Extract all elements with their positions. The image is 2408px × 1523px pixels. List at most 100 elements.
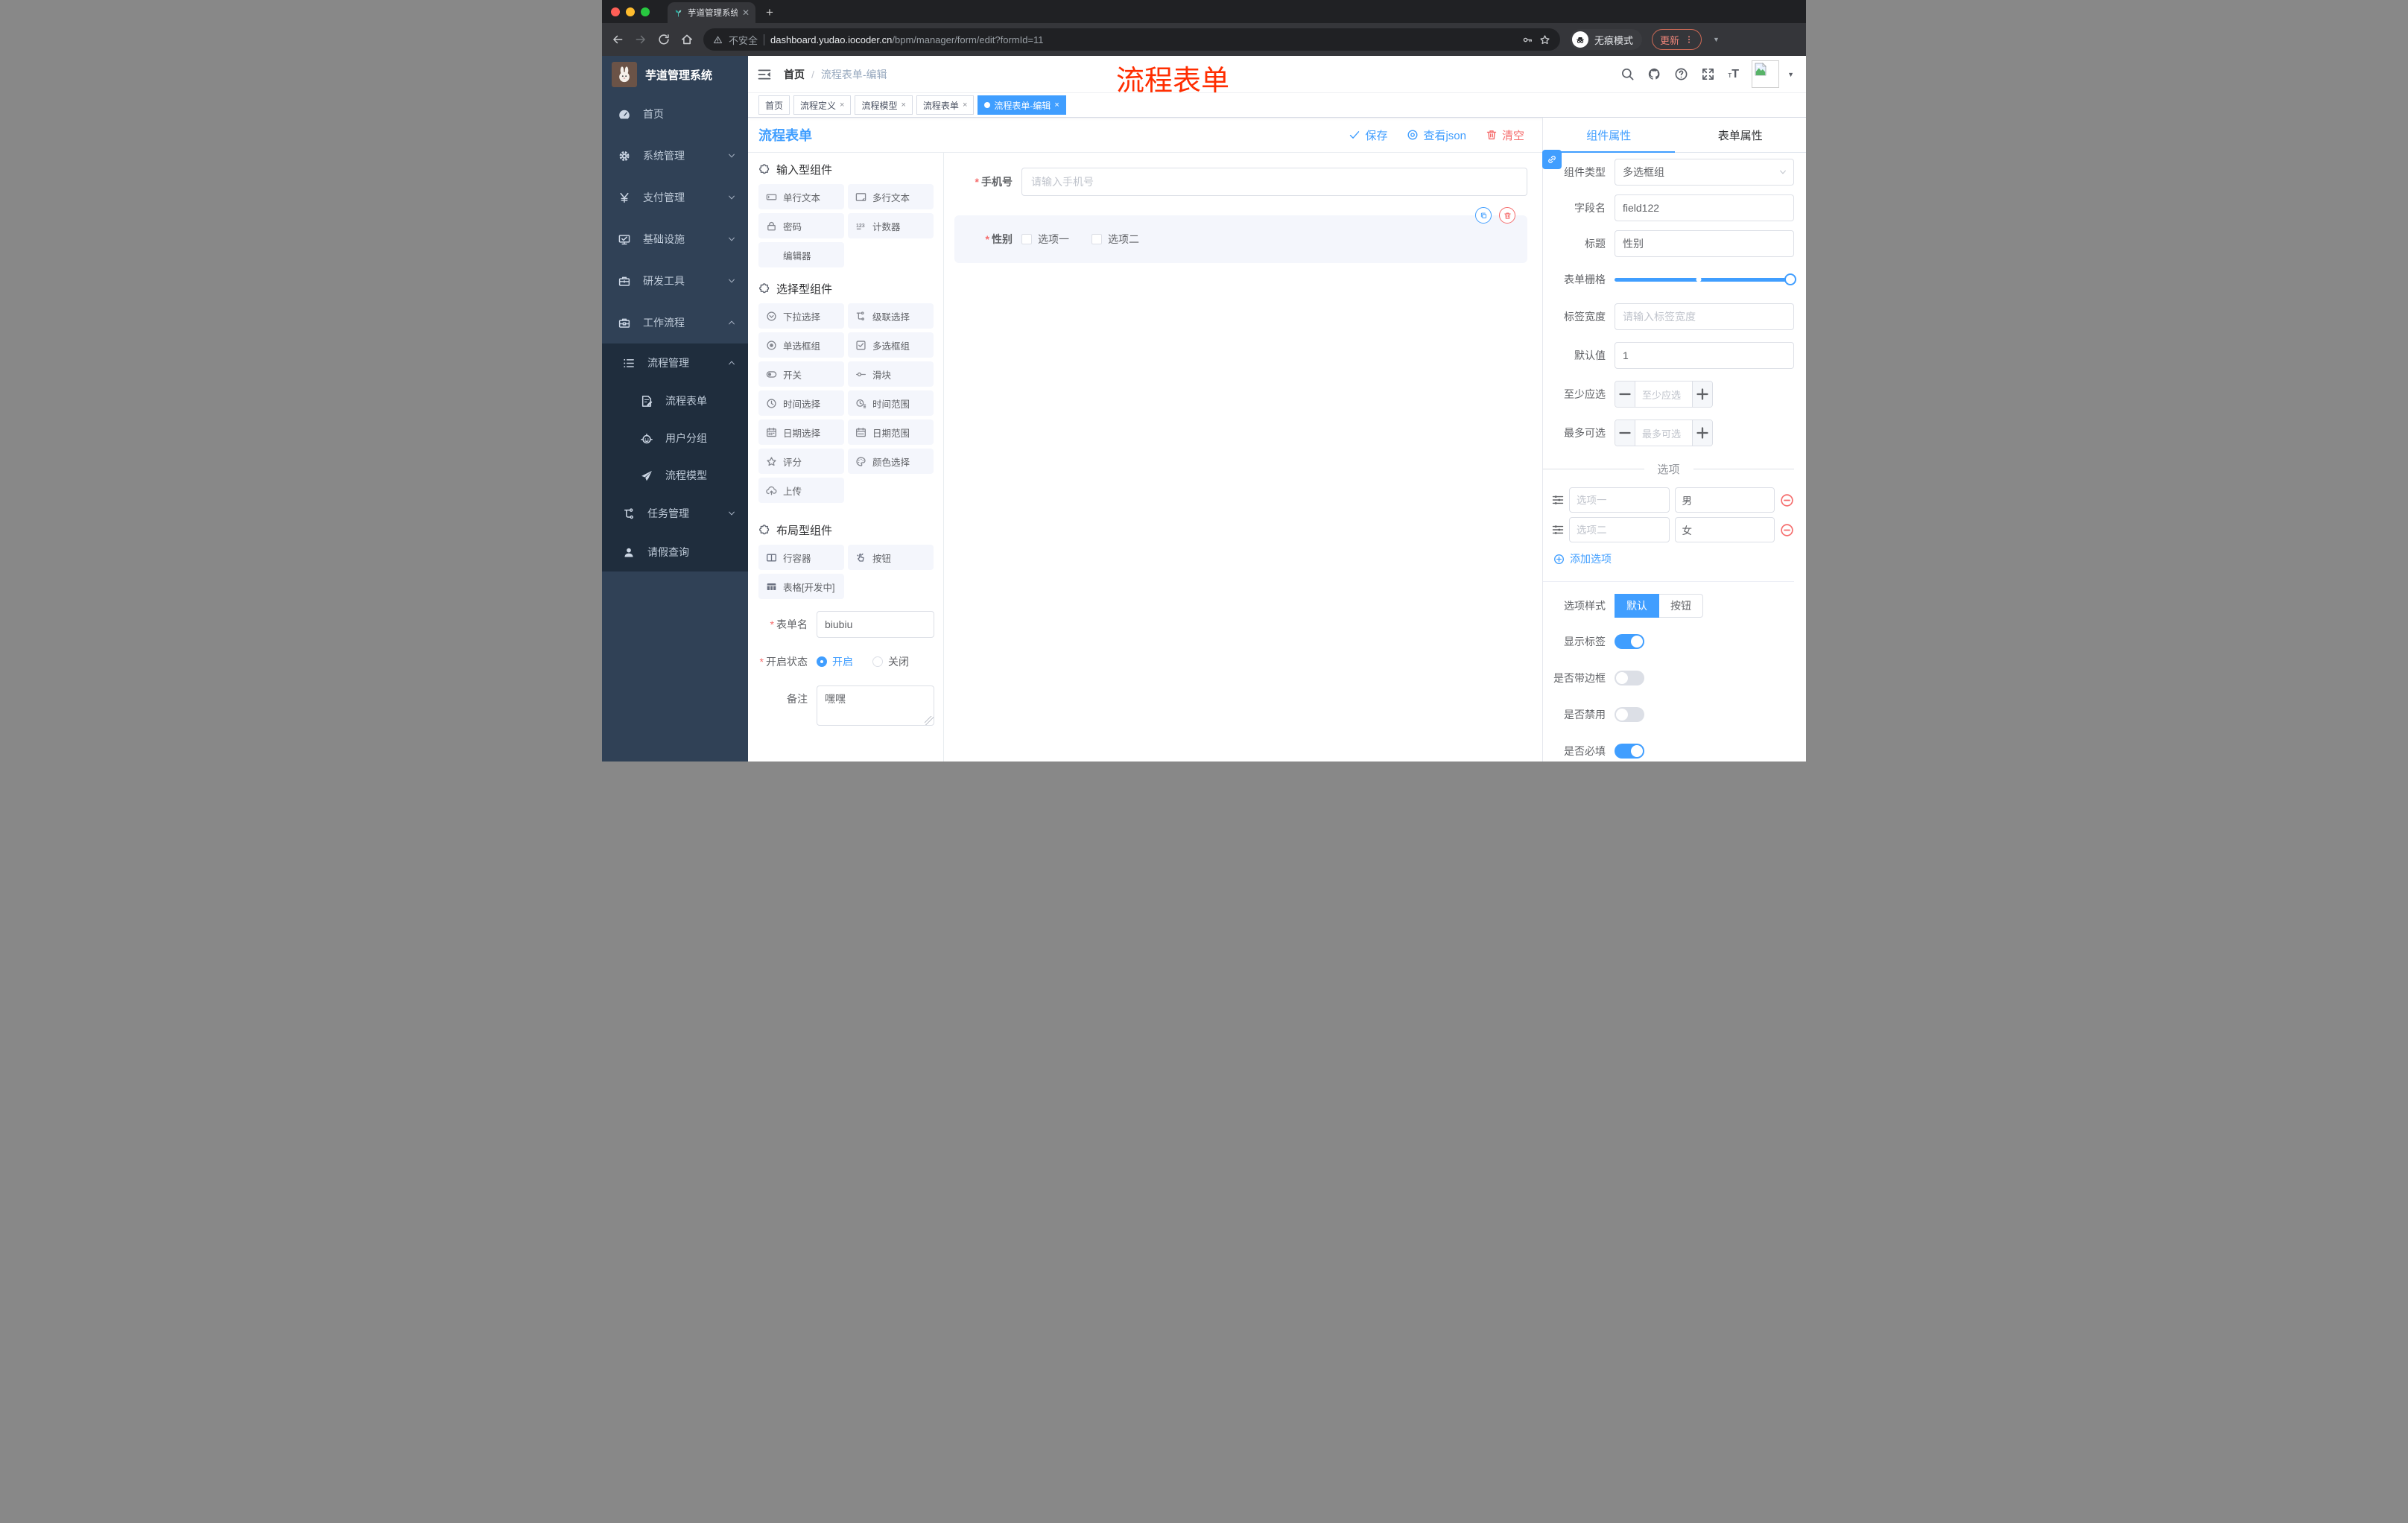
github-icon[interactable] <box>1647 67 1661 81</box>
form-name-input[interactable] <box>817 611 934 638</box>
status-off-radio[interactable]: 关闭 <box>872 654 909 669</box>
palette-item[interactable]: 时间选择 <box>758 390 844 416</box>
gender-option-checkbox[interactable]: 选项二 <box>1091 232 1139 247</box>
sidebar-item[interactable]: 研发工具 <box>602 260 748 302</box>
palette-item[interactable]: 开关 <box>758 361 844 387</box>
palette-item[interactable]: 时间范围 <box>848 390 934 416</box>
link-icon[interactable] <box>1542 150 1562 169</box>
phone-field-row[interactable]: * 手机号 <box>954 168 1527 196</box>
copy-component-button[interactable] <box>1475 207 1492 224</box>
sidebar-logo[interactable]: 芋道管理系统 <box>602 56 748 93</box>
palette-item[interactable]: 按钮 <box>848 545 934 570</box>
remove-option-icon[interactable] <box>1780 493 1794 507</box>
close-tag-icon[interactable]: × <box>901 101 905 110</box>
hamburger-icon[interactable] <box>757 67 772 82</box>
page-url[interactable]: dashboard.yudao.iocoder.cn/bpm/manager/f… <box>770 34 1516 45</box>
stepper-plus-button[interactable] <box>1692 420 1712 446</box>
toggle-switch[interactable] <box>1615 744 1644 759</box>
option-style-button[interactable]: 默认 <box>1615 594 1659 618</box>
update-browser-button[interactable]: 更新 <box>1652 29 1702 50</box>
sidebar-item[interactable]: 流程表单 <box>602 382 748 419</box>
remove-option-icon[interactable] <box>1780 523 1794 537</box>
browser-caret-icon[interactable]: ▼ <box>1713 36 1720 43</box>
max-select-stepper[interactable]: 最多可选 <box>1615 419 1713 446</box>
window-controls[interactable] <box>602 7 659 16</box>
close-tag-icon[interactable]: × <box>1054 101 1059 110</box>
stepper-minus-button[interactable] <box>1615 420 1635 446</box>
tag-tab[interactable]: 首页 × <box>758 95 790 115</box>
max-select-placeholder[interactable]: 最多可选 <box>1635 420 1692 446</box>
view-json-button[interactable]: 查看json <box>1407 127 1466 143</box>
form-grid-slider[interactable] <box>1615 266 1796 293</box>
palette-item[interactable]: 滑块 <box>848 361 934 387</box>
palette-item[interactable]: 单选框组 <box>758 332 844 358</box>
key-icon[interactable] <box>1522 34 1533 45</box>
tab-component-props[interactable]: 组件属性 <box>1543 118 1675 153</box>
tag-tab[interactable]: 流程表单 × <box>916 95 975 115</box>
toggle-switch[interactable] <box>1615 634 1644 649</box>
sidebar-item[interactable]: 基础设施 <box>602 218 748 260</box>
palette-item[interactable]: 颜色选择 <box>848 449 934 474</box>
close-tag-icon[interactable]: × <box>840 101 844 110</box>
clear-button[interactable]: 清空 <box>1486 127 1524 143</box>
reload-icon[interactable] <box>657 33 671 46</box>
sidebar-item[interactable]: 流程模型 <box>602 457 748 494</box>
option-style-button[interactable]: 按钮 <box>1659 594 1703 618</box>
phone-input[interactable] <box>1021 168 1527 196</box>
sidebar-item[interactable]: 任务管理 <box>602 494 748 533</box>
sidebar-item[interactable]: 首页 <box>602 93 748 135</box>
maximize-window-button[interactable] <box>641 7 650 16</box>
min-select-stepper[interactable]: 至少应选 <box>1615 381 1713 408</box>
minimize-window-button[interactable] <box>626 7 635 16</box>
browser-menu-icon[interactable] <box>1685 35 1693 44</box>
delete-component-button[interactable] <box>1499 207 1515 224</box>
font-size-icon[interactable]: тT <box>1728 68 1739 81</box>
back-icon[interactable] <box>611 33 624 46</box>
form-canvas[interactable]: *手机号 *性别 选项一 选项二 <box>944 153 1542 762</box>
toggle-switch[interactable] <box>1615 671 1644 685</box>
browser-tab[interactable]: 芋道管理系统 ✕ <box>668 2 755 23</box>
avatar-caret-icon[interactable]: ▼ <box>1787 71 1794 78</box>
add-option-button[interactable]: 添加选项 <box>1543 551 1794 566</box>
breadcrumb-home[interactable]: 首页 <box>784 67 805 82</box>
palette-item[interactable]: 日期范围 <box>848 419 934 445</box>
option-value-input[interactable] <box>1674 487 1775 513</box>
status-on-radio[interactable]: 开启 <box>817 654 853 669</box>
close-tag-icon[interactable]: × <box>963 101 967 110</box>
fullscreen-icon[interactable] <box>1701 67 1715 81</box>
field-name-input[interactable] <box>1615 194 1794 221</box>
palette-item[interactable]: 日期选择 <box>758 419 844 445</box>
stepper-minus-button[interactable] <box>1615 381 1635 407</box>
sidebar-item[interactable]: 请假查询 <box>602 533 748 571</box>
palette-item[interactable]: 单行文本 <box>758 184 844 209</box>
tag-tab[interactable]: 流程表单-编辑 × <box>978 95 1066 115</box>
sidebar-item[interactable]: 系统管理 <box>602 135 748 177</box>
tag-tab[interactable]: 流程定义 × <box>793 95 852 115</box>
address-bar[interactable]: 不安全 dashboard.yudao.iocoder.cn/bpm/manag… <box>703 28 1560 51</box>
title-input[interactable] <box>1615 230 1794 257</box>
new-tab-button[interactable]: + <box>766 5 773 20</box>
search-icon[interactable] <box>1620 67 1635 81</box>
form-remark-textarea[interactable]: 嘿嘿 <box>817 685 934 726</box>
palette-item[interactable]: 下拉选择 <box>758 303 844 329</box>
save-button[interactable]: 保存 <box>1349 127 1387 143</box>
sidebar-item[interactable]: 流程管理 <box>602 343 748 382</box>
label-width-input[interactable] <box>1615 303 1794 330</box>
palette-item[interactable]: 表格[开发中] <box>758 574 844 599</box>
slider-handle[interactable] <box>1784 273 1796 285</box>
sidebar-item[interactable]: 工作流程 <box>602 302 748 343</box>
avatar[interactable] <box>1752 60 1780 88</box>
min-select-placeholder[interactable]: 至少应选 <box>1635 381 1692 407</box>
option-name-input[interactable] <box>1569 487 1670 513</box>
component-type-select[interactable]: 多选框组 <box>1615 159 1794 186</box>
palette-item[interactable]: 编辑器 <box>758 242 844 267</box>
gender-option-checkbox[interactable]: 选项一 <box>1021 232 1069 247</box>
palette-item[interactable]: 密码 <box>758 213 844 238</box>
palette-item[interactable]: 评分 <box>758 449 844 474</box>
help-icon[interactable] <box>1674 67 1688 81</box>
drag-handle-icon[interactable] <box>1552 494 1564 506</box>
toggle-switch[interactable] <box>1615 707 1644 722</box>
palette-item[interactable]: 级联选择 <box>848 303 934 329</box>
palette-item[interactable]: 上传 <box>758 478 844 503</box>
palette-item[interactable]: 多选框组 <box>848 332 934 358</box>
